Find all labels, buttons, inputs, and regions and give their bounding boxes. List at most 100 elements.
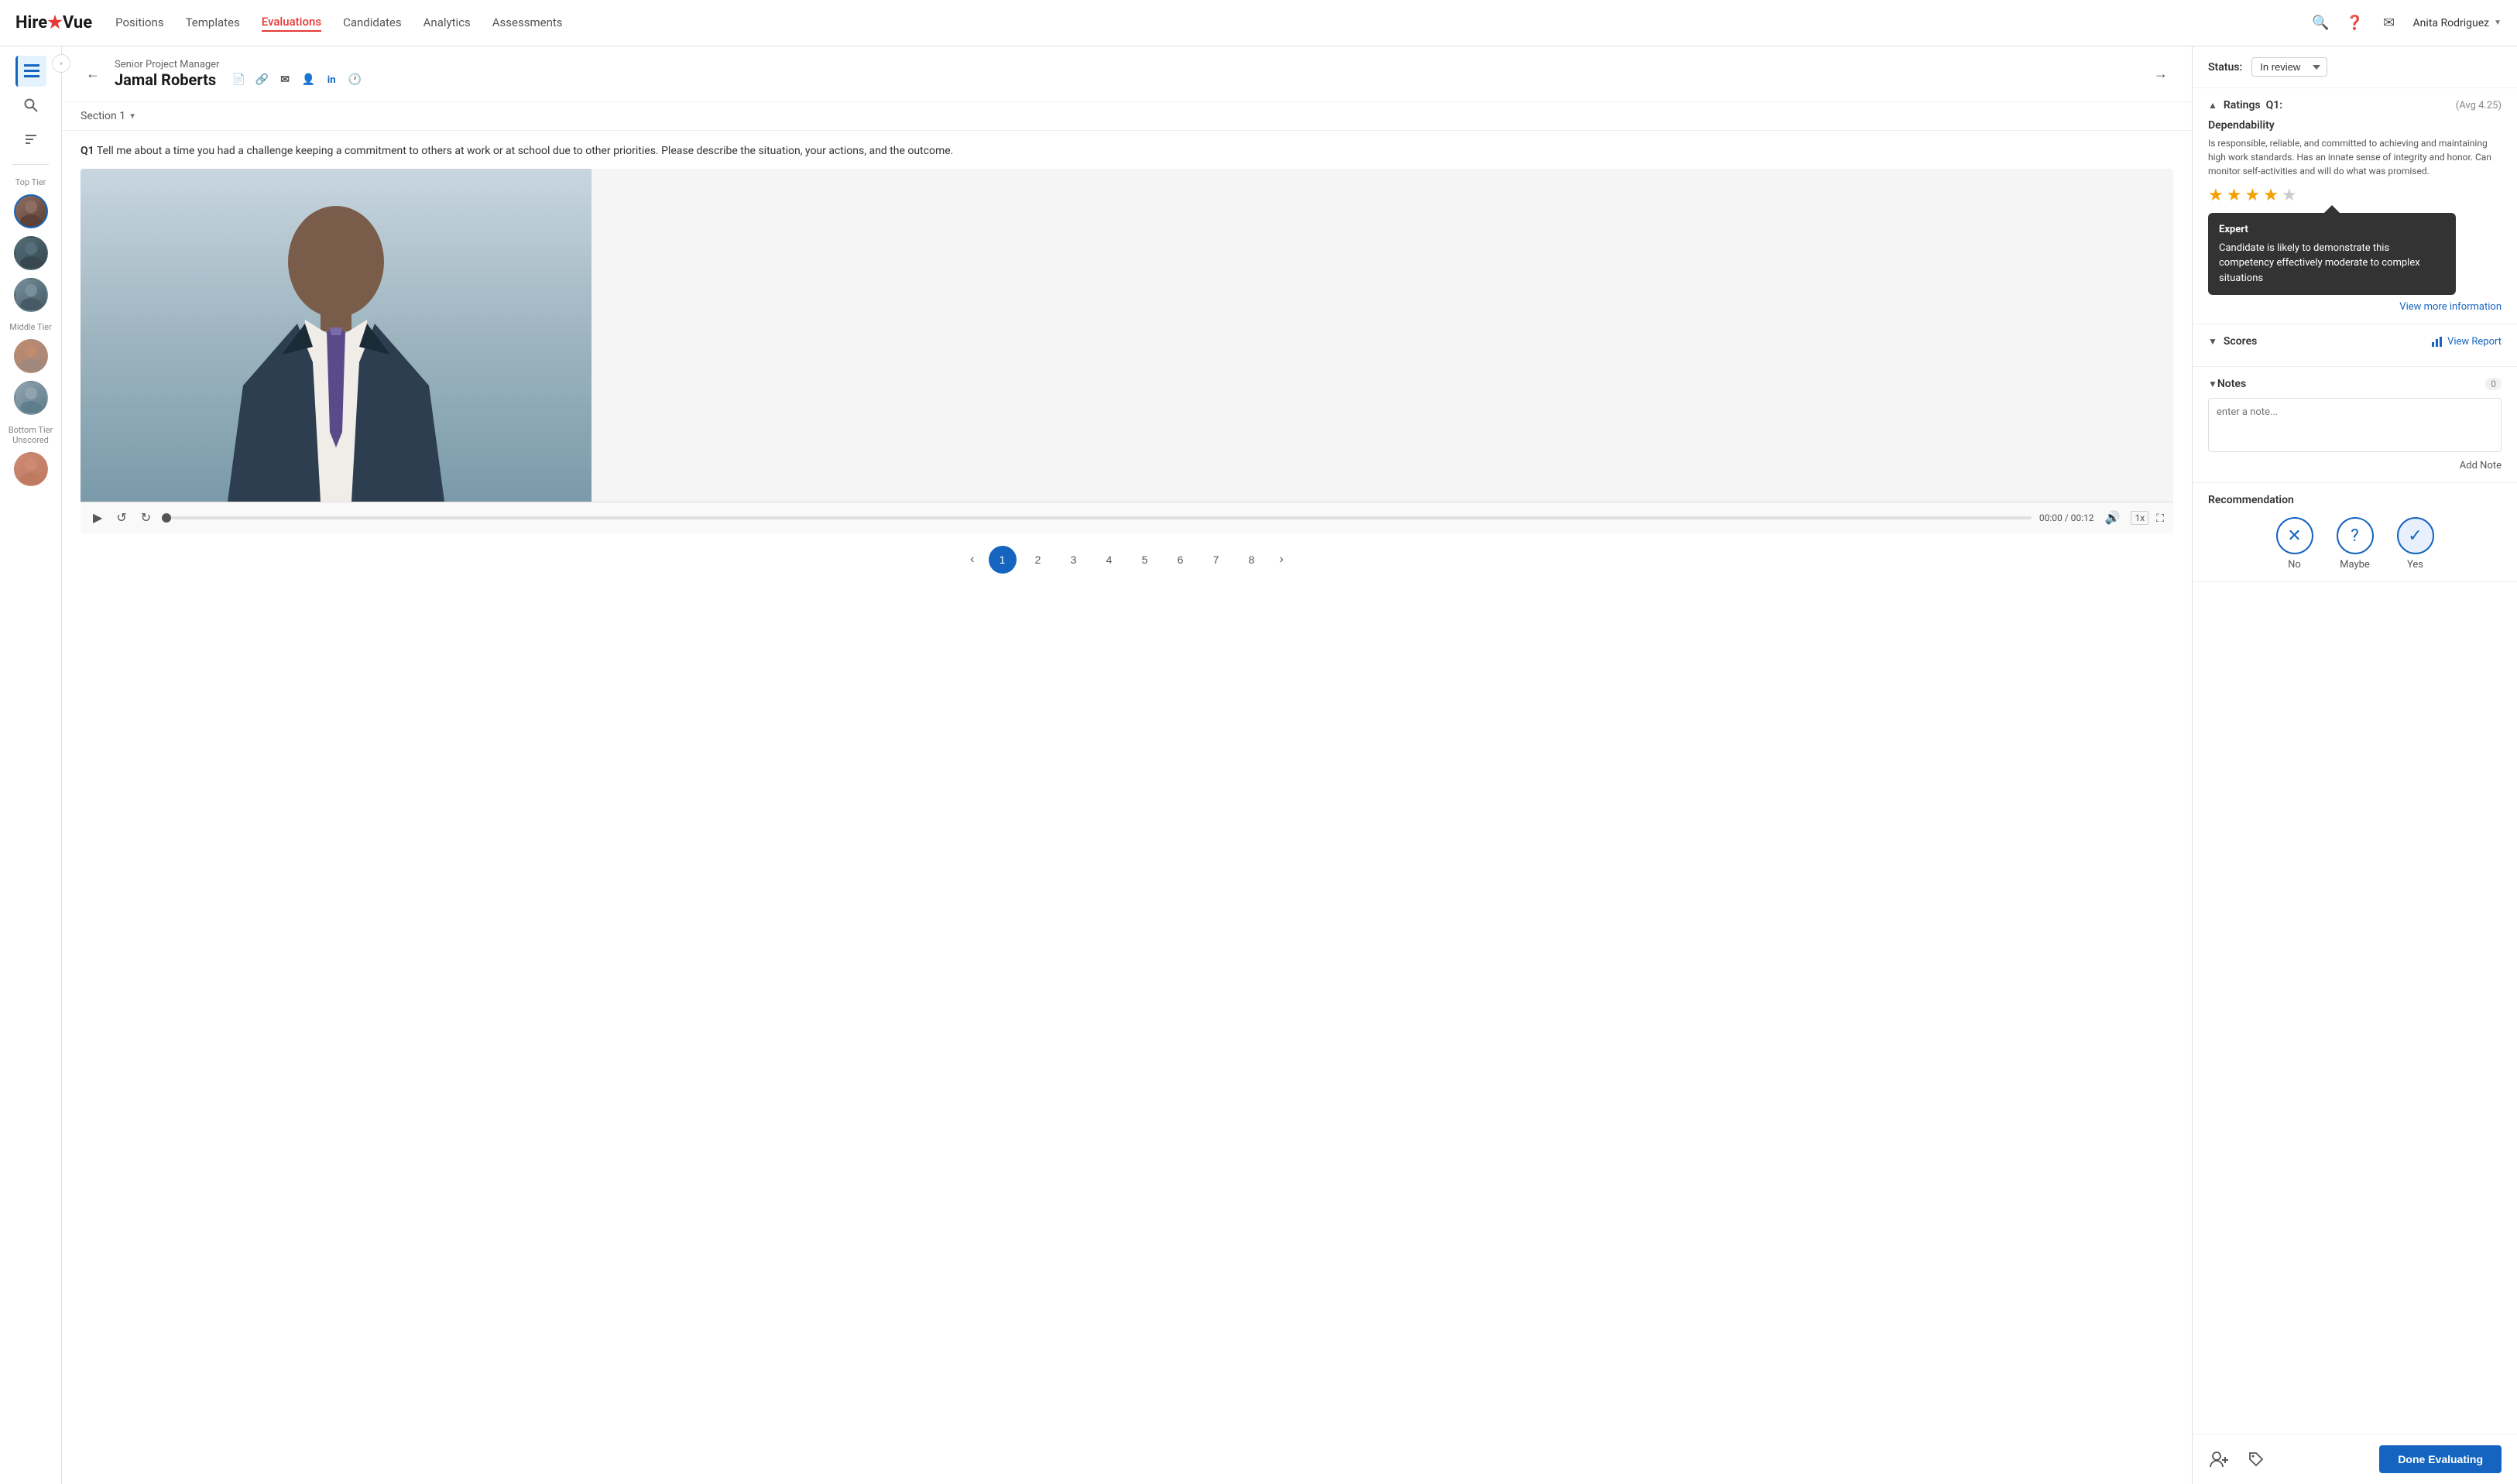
rec-no-option[interactable]: ✕ No — [2276, 517, 2313, 571]
add-note-button[interactable]: Add Note — [2208, 460, 2502, 471]
scores-toggle-icon[interactable]: ▼ — [2208, 336, 2217, 347]
status-select[interactable]: In review Reviewed Pending — [2251, 57, 2327, 77]
star-3[interactable]: ★ — [2244, 186, 2260, 205]
top-tier-label: Top Tier — [0, 177, 61, 187]
fullscreen-button[interactable]: ⛶ — [2156, 512, 2164, 525]
forward-button[interactable]: ↻ — [138, 509, 154, 527]
candidate-avatar-4[interactable] — [14, 339, 48, 373]
top-nav: Hire★Vue Positions Templates Evaluations… — [0, 0, 2517, 46]
page-button-2[interactable]: 2 — [1024, 546, 1052, 574]
clock-icon[interactable]: 🕐 — [346, 71, 363, 88]
notes-input[interactable] — [2208, 398, 2502, 452]
help-icon[interactable]: ❓ — [2345, 13, 2365, 33]
ratings-title: Ratings Q1: — [2224, 99, 2450, 111]
candidate-name: Jamal Roberts 📄 🔗 ✉ 👤 in 🕐 — [115, 70, 2148, 89]
scores-title: Scores — [2224, 335, 2426, 348]
section-bar: Section 1 ▼ — [62, 102, 2192, 131]
main-layout: › Top Tier — [0, 46, 2517, 1484]
page-button-7[interactable]: 7 — [1202, 546, 1230, 574]
notes-toggle-icon[interactable]: ▼ — [2208, 379, 2217, 389]
rating-name: Dependability — [2208, 119, 2502, 132]
progress-bar[interactable] — [162, 516, 2032, 519]
question-text: Q1 Tell me about a time you had a challe… — [81, 143, 2173, 159]
middle-tier-label: Middle Tier — [0, 322, 61, 332]
sidebar-list-icon[interactable] — [15, 56, 46, 87]
ratings-header[interactable]: ▲ Ratings Q1: (Avg 4.25) — [2208, 99, 2502, 111]
star-1[interactable]: ★ — [2208, 186, 2224, 205]
progress-dot — [162, 513, 171, 523]
search-icon[interactable]: 🔍 — [2311, 13, 2331, 33]
page-button-8[interactable]: 8 — [1238, 546, 1266, 574]
rec-yes-option[interactable]: ✓ Yes — [2397, 517, 2434, 571]
add-person-icon[interactable] — [2208, 1448, 2230, 1470]
tooltip-title: Expert — [2219, 222, 2445, 238]
play-button[interactable]: ▶ — [90, 509, 105, 527]
notes-count: 0 — [2485, 378, 2502, 390]
star-4[interactable]: ★ — [2263, 186, 2279, 205]
page-button-3[interactable]: 3 — [1060, 546, 1088, 574]
star-rating: ★ ★ ★ ★ ★ — [2208, 186, 2502, 205]
rewind-button[interactable]: ↺ — [113, 509, 129, 527]
candidate-avatar-2[interactable] — [14, 236, 48, 270]
done-evaluating-button[interactable]: Done Evaluating — [2379, 1445, 2502, 1473]
rec-no-label: No — [2288, 559, 2301, 571]
section-chevron-icon: ▼ — [129, 112, 136, 121]
sidebar-divider — [12, 164, 49, 165]
ratings-section: ▲ Ratings Q1: (Avg 4.25) Dependability I… — [2193, 88, 2517, 324]
nav-candidates[interactable]: Candidates — [343, 15, 402, 31]
user-menu[interactable]: Anita Rodriguez ▼ — [2413, 17, 2502, 29]
mail-icon[interactable]: ✉ — [2379, 13, 2399, 33]
candidate-avatar-3[interactable] — [14, 278, 48, 312]
bottom-tier-label: Bottom TierUnscored — [0, 425, 61, 445]
person-icon[interactable]: 👤 — [300, 71, 317, 88]
logo-star: ★ — [47, 13, 63, 33]
rec-maybe-option[interactable]: ? Maybe — [2337, 517, 2374, 571]
nav-analytics[interactable]: Analytics — [424, 15, 471, 31]
page-button-6[interactable]: 6 — [1167, 546, 1195, 574]
page-button-5[interactable]: 5 — [1131, 546, 1159, 574]
nav-assessments[interactable]: Assessments — [492, 15, 563, 31]
next-candidate-button[interactable]: → — [2148, 62, 2173, 87]
nav-evaluations[interactable]: Evaluations — [262, 15, 321, 32]
rating-desc: Is responsible, reliable, and committed … — [2208, 136, 2502, 178]
document-icon[interactable]: 📄 — [230, 71, 247, 88]
volume-button[interactable]: 🔊 — [2102, 509, 2124, 527]
page-button-1[interactable]: 1 — [989, 546, 1017, 574]
candidate-header: ← Senior Project Manager Jamal Roberts 📄… — [62, 46, 2192, 102]
nav-right: 🔍 ❓ ✉ Anita Rodriguez ▼ — [2311, 13, 2502, 33]
view-report-button[interactable]: View Report — [2432, 336, 2502, 348]
sidebar-sort-icon[interactable] — [15, 124, 46, 155]
speed-button[interactable]: 1x — [2131, 511, 2148, 525]
logo: Hire★Vue — [15, 13, 92, 33]
nav-positions[interactable]: Positions — [115, 15, 163, 31]
email-icon[interactable]: ✉ — [276, 71, 293, 88]
link-icon[interactable]: 🔗 — [253, 71, 270, 88]
page-button-4[interactable]: 4 — [1096, 546, 1123, 574]
video-container: ▶ ↺ ↻ 00:00 / 00:12 🔊 1x ⛶ — [81, 169, 2173, 533]
tag-icon[interactable] — [2245, 1448, 2267, 1470]
prev-page-button[interactable]: ‹ — [964, 550, 980, 570]
scores-header: ▼ Scores View Report — [2208, 335, 2502, 348]
scores-section: ▼ Scores View Report — [2193, 324, 2517, 367]
video-area: Q1 Tell me about a time you had a challe… — [62, 131, 2192, 1484]
sidebar-search-icon[interactable] — [15, 90, 46, 121]
section-label-text: Section 1 — [81, 110, 125, 122]
time-display: 00:00 / 00:12 — [2039, 512, 2094, 523]
notes-section: ▼ Notes 0 Add Note — [2193, 367, 2517, 483]
candidate-avatar-6[interactable] — [14, 452, 48, 486]
candidate-avatar-1[interactable] — [14, 194, 48, 228]
rating-tooltip: Expert Candidate is likely to demonstrat… — [2208, 213, 2502, 313]
sidebar-toggle-button[interactable]: › — [52, 54, 70, 73]
candidate-avatar-5[interactable] — [14, 381, 48, 415]
status-bar: Status: In review Reviewed Pending — [2193, 46, 2517, 88]
nav-templates[interactable]: Templates — [186, 15, 240, 31]
view-more-link[interactable]: View more information — [2208, 301, 2502, 313]
question-number: Q1 — [81, 145, 94, 157]
section-selector[interactable]: Section 1 ▼ — [81, 110, 136, 122]
star-2[interactable]: ★ — [2227, 186, 2242, 205]
main-content: ← Senior Project Manager Jamal Roberts 📄… — [62, 46, 2192, 1484]
linkedin-icon[interactable]: in — [323, 71, 340, 88]
prev-candidate-button[interactable]: ← — [81, 62, 105, 87]
star-5[interactable]: ★ — [2282, 186, 2297, 205]
next-page-button[interactable]: › — [1274, 550, 1290, 570]
